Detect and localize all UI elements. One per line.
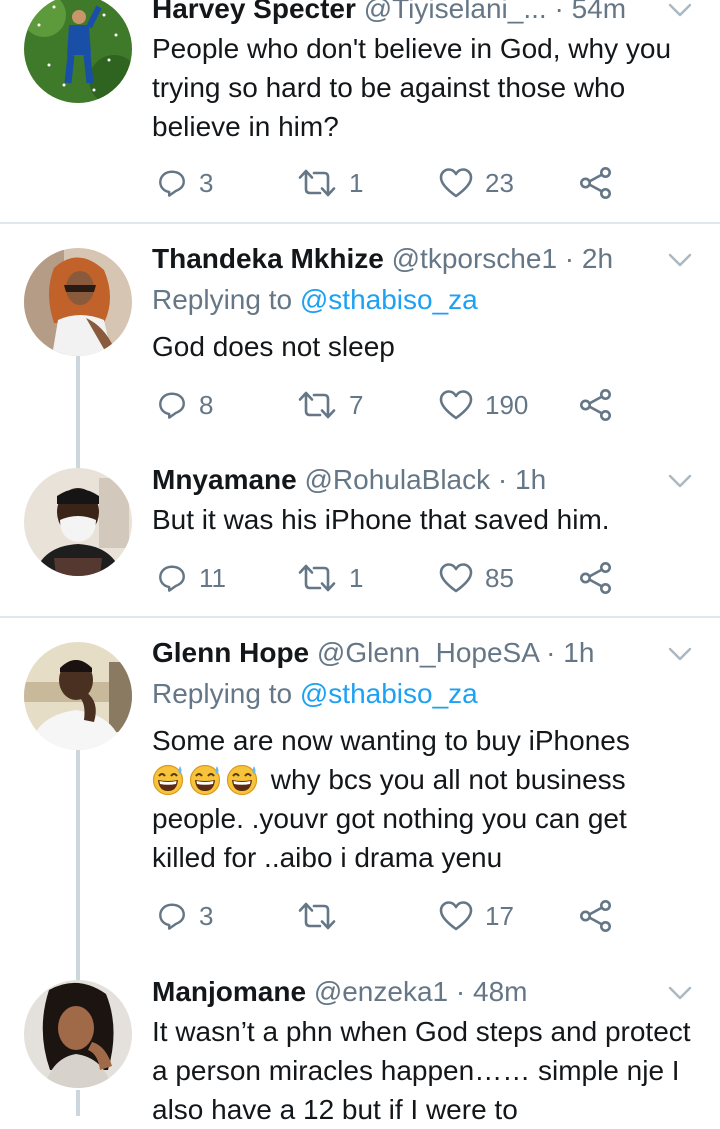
author-handle[interactable]: @enzeka1	[314, 976, 448, 1007]
replying-mention-link[interactable]: @sthabiso_za	[300, 284, 478, 315]
like-button[interactable]: 190	[439, 385, 528, 425]
share-icon	[579, 900, 613, 932]
reply-button[interactable]: 3	[157, 896, 213, 936]
author-name[interactable]: Thandeka Mkhize	[152, 243, 384, 274]
tweet-text-line1: Some are now wanting to buy iPhones	[152, 725, 630, 756]
tweet-actions: 3 17	[152, 896, 622, 936]
author-handle[interactable]: @tkporsche1	[392, 243, 557, 274]
tweet-text: But it was his iPhone that saved him.	[152, 504, 610, 535]
timestamp[interactable]: 1h	[563, 637, 594, 668]
reply-button[interactable]: 11	[157, 558, 226, 598]
reply-icon	[157, 390, 187, 420]
reply-button[interactable]: 3	[157, 163, 213, 203]
timestamp[interactable]: 54m	[572, 0, 626, 24]
replying-label: Replying to	[152, 284, 293, 315]
chevron-down-icon[interactable]	[668, 252, 692, 268]
retweet-count: 1	[349, 167, 364, 198]
retweet-button[interactable]: 7	[297, 385, 363, 425]
reply-button[interactable]: 8	[157, 385, 213, 425]
tweet-thandeka-mkhize[interactable]: Thandeka Mkhize @tkporsche1 · 2h Replyin…	[0, 224, 720, 454]
reply-count: 11	[199, 562, 226, 593]
like-count: 190	[485, 389, 529, 420]
author-name[interactable]: Glenn Hope	[152, 637, 309, 668]
timestamp[interactable]: 2h	[582, 243, 613, 274]
separator-dot: ·	[564, 243, 575, 274]
like-count: 23	[485, 167, 514, 198]
tweet-text: It wasn’t a phn when God steps and prote…	[152, 1016, 691, 1125]
author-handle[interactable]: @Glenn_HopeSA	[317, 637, 538, 668]
retweet-count: 7	[349, 389, 364, 420]
chevron-down-icon[interactable]	[668, 646, 692, 662]
reply-count: 3	[199, 900, 214, 931]
grinning-sweat-emoji-icon	[152, 763, 186, 795]
avatar[interactable]	[24, 248, 132, 356]
share-button[interactable]	[579, 385, 613, 425]
author-handle[interactable]: @Tiyiselani_...	[364, 0, 547, 24]
tweet-actions: 3 1 23	[152, 163, 622, 203]
author-name[interactable]: Mnyamane	[152, 464, 297, 495]
retweet-icon	[297, 562, 337, 594]
heart-icon	[439, 562, 473, 594]
author-name[interactable]: Manjomane	[152, 976, 306, 1007]
timestamp[interactable]: 48m	[473, 976, 527, 1007]
separator-dot: ·	[497, 464, 508, 495]
avatar[interactable]	[24, 0, 132, 103]
tweet-text: People who don't believe in God, why you…	[152, 33, 672, 142]
reply-count: 8	[199, 389, 214, 420]
avatar[interactable]	[24, 642, 132, 750]
replying-to: Replying to @sthabiso_za	[152, 282, 478, 318]
retweet-icon	[297, 167, 337, 199]
avatar[interactable]	[24, 468, 132, 576]
tweet-manjomane[interactable]: Manjomane @enzeka1 · 48m It wasn’t a phn…	[0, 968, 720, 1125]
heart-icon	[439, 900, 473, 932]
tweet-actions: 11 1 85	[152, 558, 622, 598]
replying-mention-link[interactable]: @sthabiso_za	[300, 678, 478, 709]
like-button[interactable]: 85	[439, 558, 514, 598]
tweet-glenn-hope[interactable]: Glenn Hope @Glenn_HopeSA · 1h Replying t…	[0, 618, 720, 968]
reply-icon	[157, 901, 187, 931]
heart-icon	[439, 389, 473, 421]
tweet-text: God does not sleep	[152, 331, 395, 362]
share-icon	[579, 389, 613, 421]
separator-dot: ·	[554, 0, 564, 24]
reply-icon	[157, 563, 187, 593]
chevron-down-icon[interactable]	[668, 2, 692, 18]
share-button[interactable]	[579, 896, 613, 936]
avatar[interactable]	[24, 980, 132, 1088]
share-button[interactable]	[579, 163, 613, 203]
tweet-text: Some are now wanting to buy iPhones why …	[152, 721, 697, 877]
like-count: 17	[485, 900, 514, 931]
share-icon	[579, 167, 613, 199]
retweet-button[interactable]: 1	[297, 163, 363, 203]
retweet-count: 1	[349, 562, 364, 593]
tweet-actions: 8 7 190	[152, 385, 622, 425]
like-button[interactable]: 17	[439, 896, 514, 936]
separator-dot: ·	[455, 976, 466, 1007]
retweet-icon	[297, 900, 337, 932]
author-handle[interactable]: @RohulaBlack	[305, 464, 491, 495]
separator-dot: ·	[546, 637, 556, 668]
chevron-down-icon[interactable]	[668, 985, 692, 1001]
replying-label: Replying to	[152, 678, 293, 709]
retweet-button[interactable]	[297, 896, 349, 936]
timestamp[interactable]: 1h	[515, 464, 546, 495]
heart-icon	[439, 167, 473, 199]
tweet-harvey-specter[interactable]: Harvey Specter @Tiyiselani_... · 54m Peo…	[0, 0, 720, 222]
share-button[interactable]	[579, 558, 613, 598]
retweet-icon	[297, 389, 337, 421]
like-count: 85	[485, 562, 514, 593]
retweet-button[interactable]: 1	[297, 558, 363, 598]
like-button[interactable]: 23	[439, 163, 514, 203]
tweet-text-rest: people. .youvr got nothing you can get k…	[152, 803, 627, 873]
reply-count: 3	[199, 167, 214, 198]
author-name[interactable]: Harvey Specter	[152, 0, 356, 24]
reply-icon	[157, 168, 187, 198]
replying-to: Replying to @sthabiso_za	[152, 676, 478, 712]
share-icon	[579, 562, 613, 594]
grinning-sweat-emoji-icon	[226, 763, 260, 795]
tweet-text-after-emoji: why bcs you all not business	[270, 764, 626, 795]
grinning-sweat-emoji-icon	[189, 763, 223, 795]
tweet-mnyamane[interactable]: Mnyamane @RohulaBlack · 1h But it was hi…	[0, 454, 720, 616]
chevron-down-icon[interactable]	[668, 473, 692, 489]
